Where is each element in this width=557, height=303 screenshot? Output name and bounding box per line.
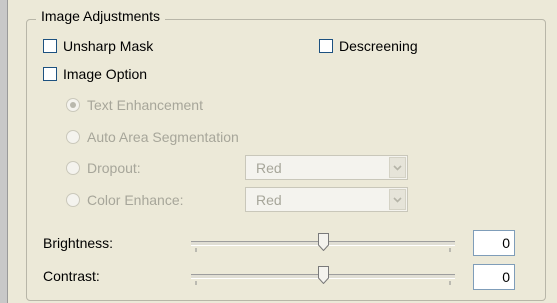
auto-area-segmentation-radio[interactable]: [66, 130, 80, 144]
image-option-checkbox[interactable]: [43, 67, 57, 81]
image-option-label: Image Option: [63, 66, 148, 82]
color-enhance-label: Color Enhance:: [87, 192, 184, 208]
dropout-select-value: Red: [256, 159, 282, 176]
contrast-slider-thumb[interactable]: [318, 266, 329, 284]
radio-selected-dot: [70, 102, 76, 108]
unsharp-mask-option[interactable]: Unsharp Mask: [43, 38, 153, 54]
contrast-label: Contrast:: [43, 268, 100, 284]
dropout-select[interactable]: Red: [245, 155, 408, 180]
image-option-option[interactable]: Image Option: [43, 66, 147, 82]
color-enhance-radio[interactable]: [66, 193, 80, 207]
color-enhance-option[interactable]: Color Enhance:: [66, 192, 184, 208]
text-enhancement-radio[interactable]: [66, 98, 80, 112]
auto-area-segmentation-option[interactable]: Auto Area Segmentation: [66, 129, 239, 145]
descreening-label: Descreening: [339, 38, 418, 54]
brightness-slider-thumb[interactable]: [318, 233, 329, 251]
brightness-slider[interactable]: [191, 232, 455, 254]
auto-area-segmentation-label: Auto Area Segmentation: [87, 129, 239, 145]
unsharp-mask-label: Unsharp Mask: [63, 38, 154, 54]
dropout-option[interactable]: Dropout:: [66, 160, 141, 176]
text-enhancement-label: Text Enhancement: [87, 97, 203, 113]
color-enhance-select[interactable]: Red: [245, 187, 408, 212]
descreening-checkbox[interactable]: [319, 39, 333, 53]
image-adjustments-title: Image Adjustments: [36, 8, 166, 24]
chevron-down-icon[interactable]: [389, 157, 406, 178]
left-panel-border: [0, 0, 8, 303]
color-enhance-select-value: Red: [256, 191, 282, 208]
unsharp-mask-checkbox[interactable]: [43, 39, 57, 53]
brightness-label: Brightness:: [43, 235, 114, 251]
descreening-option[interactable]: Descreening: [319, 38, 418, 54]
dropout-label: Dropout:: [87, 160, 141, 176]
dropout-radio[interactable]: [66, 161, 80, 175]
chevron-down-icon[interactable]: [389, 189, 406, 210]
contrast-value-field[interactable]: 0: [473, 264, 515, 290]
text-enhancement-option[interactable]: Text Enhancement: [66, 97, 203, 113]
contrast-slider[interactable]: [191, 265, 455, 287]
brightness-value-field[interactable]: 0: [473, 230, 515, 256]
